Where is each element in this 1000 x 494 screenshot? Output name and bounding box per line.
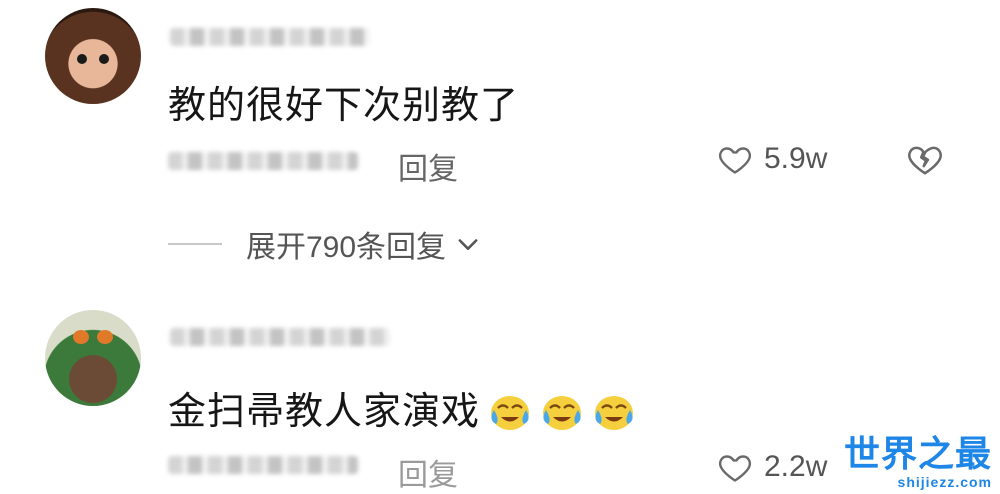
dislike-button[interactable] <box>906 140 944 183</box>
crying-laughing-emoji-icon <box>595 396 634 430</box>
site-watermark: 世界之最 shijiezz.com <box>843 433 992 491</box>
reply-button[interactable]: 回复 <box>398 450 458 494</box>
crying-laughing-emoji-icon <box>491 396 530 430</box>
like-button[interactable]: 5.9w <box>716 141 827 177</box>
reply-button[interactable]: 回复 <box>398 144 458 188</box>
heart-outline-icon <box>718 455 752 482</box>
username-blurred[interactable] <box>170 328 390 346</box>
comment-item: 教的很好下次别教了 回复 5.9w 展开790条回复 <box>0 0 1000 270</box>
watermark-title: 世界之最 <box>843 433 992 474</box>
timestamp-blurred <box>168 152 358 170</box>
comment-text: 金扫帚教人家演戏 <box>168 380 636 435</box>
avatar[interactable] <box>45 310 141 406</box>
comment-text: 教的很好下次别教了 <box>168 85 520 127</box>
like-count: 5.9w <box>764 142 828 175</box>
heart-outline-icon <box>718 147 752 174</box>
username-blurred[interactable] <box>170 28 370 46</box>
broken-heart-icon <box>908 146 942 175</box>
like-count: 2.2w <box>764 450 828 483</box>
like-button[interactable]: 2.2w <box>716 449 827 485</box>
watermark-url: shijiezz.com <box>897 474 992 490</box>
avatar[interactable] <box>45 8 141 104</box>
comment-text-content: 金扫帚教人家演戏 <box>168 391 481 433</box>
crying-laughing-emoji-icon <box>543 396 582 430</box>
expand-replies-button[interactable]: 展开790条回复 <box>168 222 482 266</box>
chevron-down-icon <box>458 239 478 250</box>
divider-line <box>168 243 222 245</box>
expand-replies-label: 展开790条回复 <box>246 231 447 264</box>
timestamp-blurred <box>168 456 358 474</box>
